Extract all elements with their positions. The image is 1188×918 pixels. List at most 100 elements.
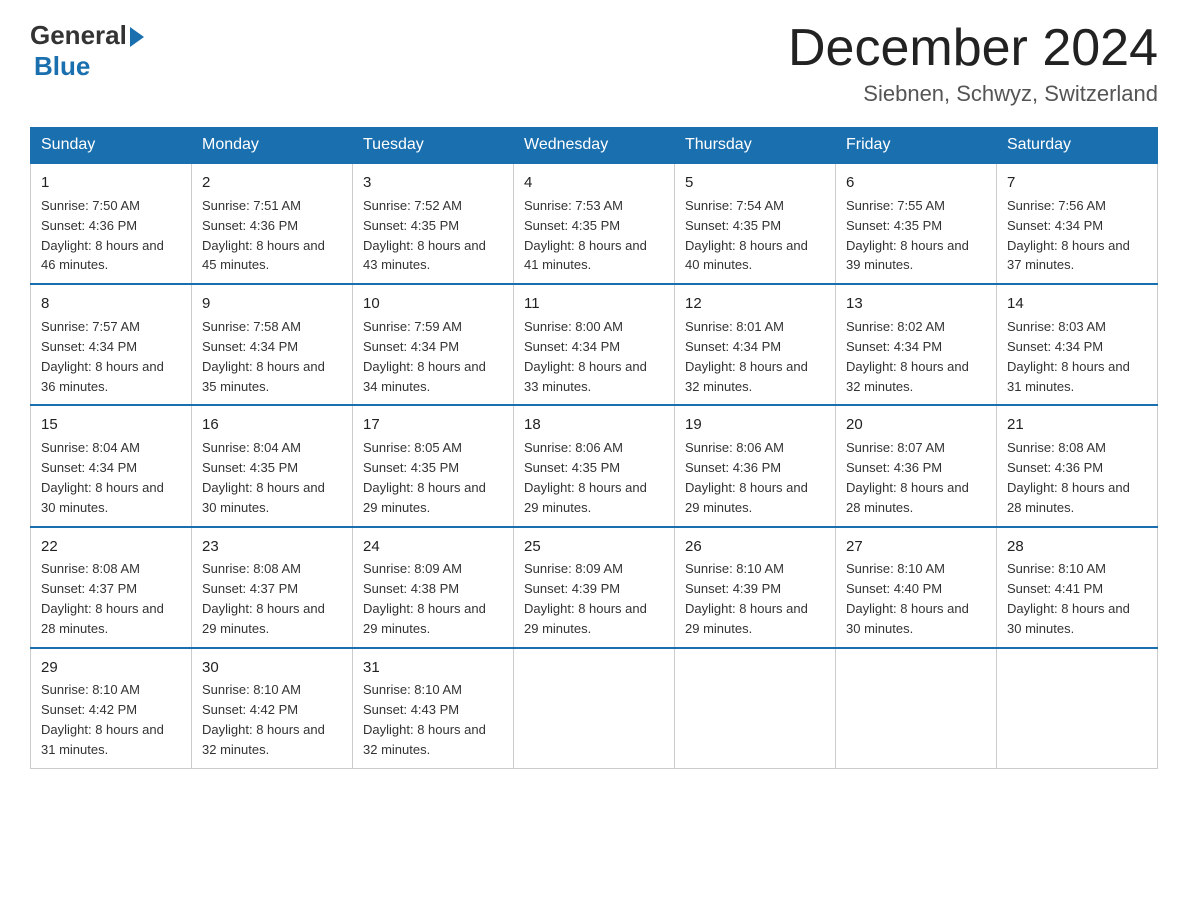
day-number: 18 [524, 414, 664, 436]
calendar-cell: 28 Sunrise: 8:10 AMSunset: 4:41 PMDayligh… [997, 527, 1158, 648]
calendar-cell: 6 Sunrise: 7:55 AMSunset: 4:35 PMDaylight… [836, 163, 997, 284]
calendar-cell: 13Sunrise: 8:02 AMSunset: 4:34 PMDayligh… [836, 284, 997, 405]
day-info: Sunrise: 7:59 AMSunset: 4:34 PMDaylight:… [363, 319, 486, 394]
day-info: Sunrise: 7:52 AMSunset: 4:35 PMDaylight:… [363, 198, 486, 273]
calendar-cell: 21 Sunrise: 8:08 AMSunset: 4:36 PMDayligh… [997, 405, 1158, 526]
logo-blue-text: Blue [34, 51, 90, 82]
title-section: December 2024 Siebnen, Schwyz, Switzerla… [788, 20, 1158, 107]
day-number: 11 [524, 293, 664, 315]
day-number: 8 [41, 293, 181, 315]
day-info: Sunrise: 8:04 AMSunset: 4:34 PMDaylight:… [41, 440, 164, 515]
calendar-cell: 19Sunrise: 8:06 AMSunset: 4:36 PMDayligh… [675, 405, 836, 526]
day-info: Sunrise: 8:08 AMSunset: 4:37 PMDaylight:… [41, 561, 164, 636]
day-info: Sunrise: 8:03 AMSunset: 4:34 PMDaylight:… [1007, 319, 1130, 394]
calendar-header-tuesday: Tuesday [353, 128, 514, 164]
day-info: Sunrise: 7:54 AMSunset: 4:35 PMDaylight:… [685, 198, 808, 273]
day-info: Sunrise: 8:07 AMSunset: 4:36 PMDaylight:… [846, 440, 969, 515]
day-info: Sunrise: 8:08 AMSunset: 4:36 PMDaylight:… [1007, 440, 1130, 515]
calendar-cell: 8 Sunrise: 7:57 AMSunset: 4:34 PMDaylight… [31, 284, 192, 405]
day-number: 26 [685, 536, 825, 558]
logo: General Blue [30, 20, 144, 82]
calendar-header-monday: Monday [192, 128, 353, 164]
calendar-cell: 16Sunrise: 8:04 AMSunset: 4:35 PMDayligh… [192, 405, 353, 526]
day-info: Sunrise: 8:08 AMSunset: 4:37 PMDaylight:… [202, 561, 325, 636]
calendar-table: SundayMondayTuesdayWednesdayThursdayFrid… [30, 127, 1158, 769]
calendar-cell: 14Sunrise: 8:03 AMSunset: 4:34 PMDayligh… [997, 284, 1158, 405]
day-number: 31 [363, 657, 503, 679]
calendar-cell: 24Sunrise: 8:09 AMSunset: 4:38 PMDayligh… [353, 527, 514, 648]
calendar-cell: 7 Sunrise: 7:56 AMSunset: 4:34 PMDaylight… [997, 163, 1158, 284]
day-number: 15 [41, 414, 181, 436]
day-info: Sunrise: 8:10 AMSunset: 4:41 PMDaylight:… [1007, 561, 1130, 636]
calendar-header-friday: Friday [836, 128, 997, 164]
calendar-cell: 25Sunrise: 8:09 AMSunset: 4:39 PMDayligh… [514, 527, 675, 648]
day-number: 27 [846, 536, 986, 558]
day-number: 24 [363, 536, 503, 558]
day-number: 30 [202, 657, 342, 679]
calendar-week-row: 22 Sunrise: 8:08 AMSunset: 4:37 PMDayligh… [31, 527, 1158, 648]
page-header: General Blue December 2024 Siebnen, Schw… [30, 20, 1158, 107]
calendar-header-sunday: Sunday [31, 128, 192, 164]
calendar-cell: 3 Sunrise: 7:52 AMSunset: 4:35 PMDaylight… [353, 163, 514, 284]
calendar-header-thursday: Thursday [675, 128, 836, 164]
day-number: 10 [363, 293, 503, 315]
calendar-cell: 29Sunrise: 8:10 AMSunset: 4:42 PMDayligh… [31, 648, 192, 769]
calendar-cell [675, 648, 836, 769]
day-number: 13 [846, 293, 986, 315]
day-number: 3 [363, 172, 503, 194]
calendar-week-row: 1Sunrise: 7:50 AMSunset: 4:36 PMDaylight… [31, 163, 1158, 284]
calendar-cell: 15 Sunrise: 8:04 AMSunset: 4:34 PMDayligh… [31, 405, 192, 526]
calendar-cell: 31 Sunrise: 8:10 AMSunset: 4:43 PMDayligh… [353, 648, 514, 769]
calendar-cell: 26 Sunrise: 8:10 AMSunset: 4:39 PMDayligh… [675, 527, 836, 648]
day-info: Sunrise: 8:09 AMSunset: 4:39 PMDaylight:… [524, 561, 647, 636]
day-info: Sunrise: 8:10 AMSunset: 4:43 PMDaylight:… [363, 682, 486, 757]
calendar-cell: 27 Sunrise: 8:10 AMSunset: 4:40 PMDayligh… [836, 527, 997, 648]
day-number: 4 [524, 172, 664, 194]
day-number: 2 [202, 172, 342, 194]
day-info: Sunrise: 7:56 AMSunset: 4:34 PMDaylight:… [1007, 198, 1130, 273]
calendar-cell: 23 Sunrise: 8:08 AMSunset: 4:37 PMDayligh… [192, 527, 353, 648]
calendar-cell: 20 Sunrise: 8:07 AMSunset: 4:36 PMDayligh… [836, 405, 997, 526]
day-number: 21 [1007, 414, 1147, 436]
day-info: Sunrise: 8:10 AMSunset: 4:40 PMDaylight:… [846, 561, 969, 636]
calendar-cell: 9Sunrise: 7:58 AMSunset: 4:34 PMDaylight… [192, 284, 353, 405]
day-info: Sunrise: 8:05 AMSunset: 4:35 PMDaylight:… [363, 440, 486, 515]
calendar-cell [997, 648, 1158, 769]
day-number: 17 [363, 414, 503, 436]
day-number: 12 [685, 293, 825, 315]
day-info: Sunrise: 8:01 AMSunset: 4:34 PMDaylight:… [685, 319, 808, 394]
day-info: Sunrise: 7:57 AMSunset: 4:34 PMDaylight:… [41, 319, 164, 394]
day-number: 6 [846, 172, 986, 194]
day-info: Sunrise: 7:55 AMSunset: 4:35 PMDaylight:… [846, 198, 969, 273]
calendar-cell [836, 648, 997, 769]
calendar-week-row: 15 Sunrise: 8:04 AMSunset: 4:34 PMDayligh… [31, 405, 1158, 526]
day-info: Sunrise: 8:04 AMSunset: 4:35 PMDaylight:… [202, 440, 325, 515]
day-number: 5 [685, 172, 825, 194]
location-subtitle: Siebnen, Schwyz, Switzerland [788, 81, 1158, 107]
day-info: Sunrise: 7:51 AMSunset: 4:36 PMDaylight:… [202, 198, 325, 273]
calendar-week-row: 8 Sunrise: 7:57 AMSunset: 4:34 PMDaylight… [31, 284, 1158, 405]
day-number: 28 [1007, 536, 1147, 558]
calendar-cell [514, 648, 675, 769]
day-number: 22 [41, 536, 181, 558]
logo-arrow-icon [130, 27, 144, 47]
calendar-cell: 4Sunrise: 7:53 AMSunset: 4:35 PMDaylight… [514, 163, 675, 284]
day-info: Sunrise: 8:10 AMSunset: 4:39 PMDaylight:… [685, 561, 808, 636]
calendar-header-wednesday: Wednesday [514, 128, 675, 164]
calendar-week-row: 29Sunrise: 8:10 AMSunset: 4:42 PMDayligh… [31, 648, 1158, 769]
day-info: Sunrise: 8:06 AMSunset: 4:36 PMDaylight:… [685, 440, 808, 515]
month-title: December 2024 [788, 20, 1158, 77]
day-info: Sunrise: 8:00 AMSunset: 4:34 PMDaylight:… [524, 319, 647, 394]
calendar-cell: 5 Sunrise: 7:54 AMSunset: 4:35 PMDaylight… [675, 163, 836, 284]
calendar-cell: 1Sunrise: 7:50 AMSunset: 4:36 PMDaylight… [31, 163, 192, 284]
day-number: 7 [1007, 172, 1147, 194]
day-info: Sunrise: 8:06 AMSunset: 4:35 PMDaylight:… [524, 440, 647, 515]
day-number: 23 [202, 536, 342, 558]
calendar-cell: 17 Sunrise: 8:05 AMSunset: 4:35 PMDayligh… [353, 405, 514, 526]
day-info: Sunrise: 7:58 AMSunset: 4:34 PMDaylight:… [202, 319, 325, 394]
day-number: 29 [41, 657, 181, 679]
day-info: Sunrise: 7:50 AMSunset: 4:36 PMDaylight:… [41, 198, 164, 273]
calendar-cell: 11 Sunrise: 8:00 AMSunset: 4:34 PMDayligh… [514, 284, 675, 405]
day-number: 20 [846, 414, 986, 436]
calendar-cell: 18 Sunrise: 8:06 AMSunset: 4:35 PMDayligh… [514, 405, 675, 526]
